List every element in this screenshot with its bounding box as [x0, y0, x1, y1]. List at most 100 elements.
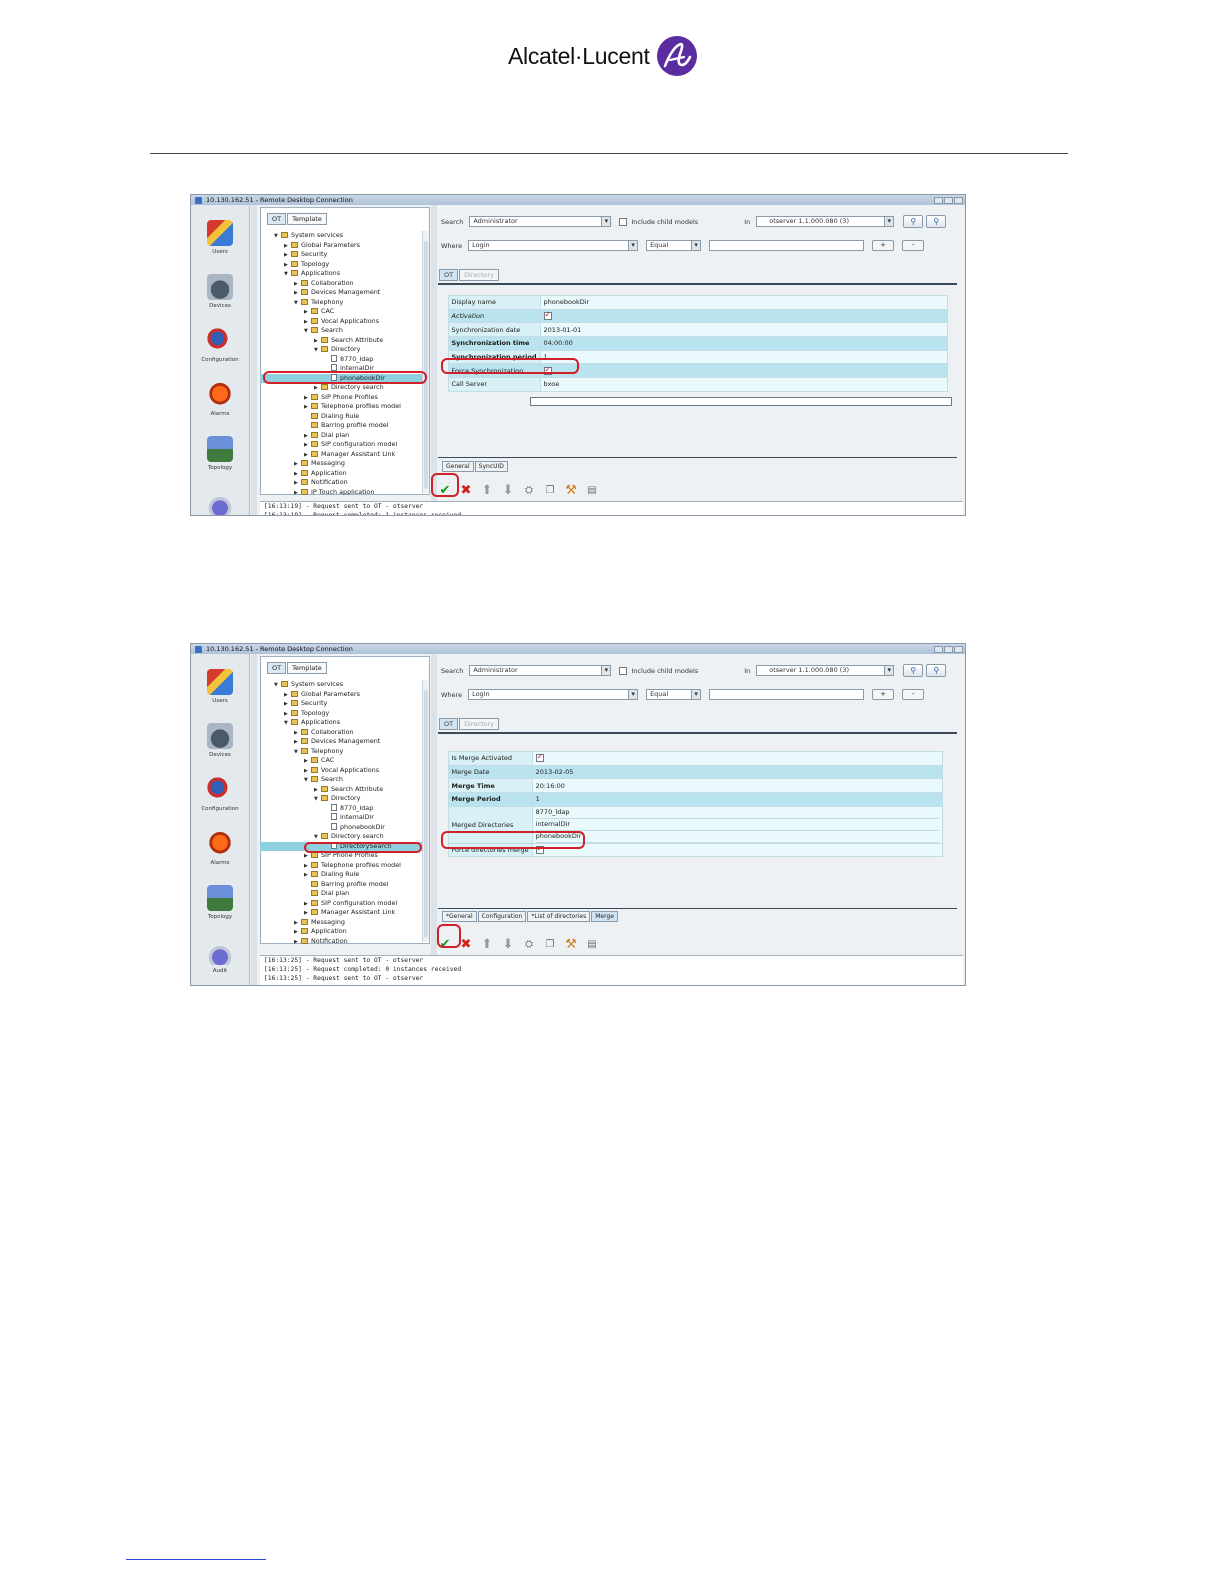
- tree-node[interactable]: phonebookDir: [260, 822, 422, 833]
- property-value[interactable]: [539, 308, 949, 324]
- link-button[interactable]: ⛭: [522, 937, 536, 951]
- delete-button[interactable]: ▤: [585, 483, 599, 497]
- property-value[interactable]: 1: [531, 792, 944, 807]
- sidebar-item-topology[interactable]: Topology: [191, 421, 249, 475]
- tree-node[interactable]: ▼ Directory: [260, 345, 422, 355]
- search-button[interactable]: ⚲: [903, 215, 924, 228]
- copy-button[interactable]: ❐: [543, 937, 557, 951]
- tree-node[interactable]: ▶ Collaboration: [260, 279, 422, 289]
- property-value[interactable]: 8770_ldap internalDir phonebookDir: [531, 805, 944, 844]
- search-button[interactable]: ⚲: [903, 664, 924, 677]
- tree-node[interactable]: ▶ Global Parameters: [260, 241, 422, 251]
- add-criteria-button[interactable]: +: [872, 689, 895, 700]
- tree-node[interactable]: ▶ Search Attribute: [260, 336, 422, 346]
- tree-node[interactable]: ▶ CAC: [260, 756, 422, 766]
- cancel-button[interactable]: ✖: [459, 483, 473, 498]
- tree-node[interactable]: ▶ Telephone profiles model: [260, 402, 422, 412]
- sidebar-item-devices[interactable]: Devices: [191, 708, 249, 762]
- tree-node[interactable]: ▼ Search: [260, 775, 422, 785]
- property-checkbox[interactable]: [535, 752, 544, 763]
- move-down-button[interactable]: ⬇: [501, 483, 515, 498]
- detail-tab[interactable]: Configuration: [477, 911, 527, 922]
- maximize-icon[interactable]: [944, 196, 953, 204]
- tree-node[interactable]: ▶ Devices Management: [260, 737, 422, 747]
- tab-ot[interactable]: OT: [267, 662, 287, 674]
- server-select[interactable]: otserver 1.1.000.080 (3): [756, 665, 895, 676]
- search-model-select[interactable]: Administrator: [469, 216, 612, 227]
- tree-node[interactable]: ▼ Telephony: [260, 298, 422, 308]
- tree-node[interactable]: ▶ SIP configuration model: [260, 440, 422, 450]
- sidebar-splitter[interactable]: [251, 654, 257, 985]
- sidebar-item-configuration[interactable]: Configuration: [191, 762, 249, 816]
- sidebar-item-alarms[interactable]: Alarms: [191, 816, 249, 870]
- value-horizontal-scrollbar[interactable]: [530, 397, 952, 406]
- tree-node[interactable]: ▶ SIP configuration model: [260, 899, 422, 909]
- tree-node[interactable]: ▶ Application: [260, 927, 422, 937]
- server-select[interactable]: otserver 1.1.000.080 (3): [756, 216, 895, 227]
- add-criteria-button[interactable]: +: [872, 240, 895, 251]
- include-child-models-checkbox[interactable]: [619, 666, 628, 675]
- tree-node[interactable]: Dial plan: [260, 889, 422, 899]
- tree-node[interactable]: ▶ Messaging: [260, 459, 422, 469]
- tree-node[interactable]: Barring profile model: [260, 421, 422, 431]
- tree-node[interactable]: ▼ System services: [260, 231, 422, 241]
- collapsed-arrow-icon[interactable]: ▶: [294, 938, 301, 945]
- scrollbar-thumb[interactable]: [424, 690, 428, 938]
- tree-node[interactable]: Barring profile model: [260, 880, 422, 890]
- advanced-search-button[interactable]: ⚲: [926, 664, 947, 677]
- sidebar-item-users[interactable]: Users: [191, 654, 249, 708]
- maximize-icon[interactable]: [944, 645, 953, 653]
- tree-node[interactable]: ▶ Notification: [260, 478, 422, 488]
- tree-scrollbar[interactable]: [422, 231, 429, 493]
- sidebar-item-alarms[interactable]: Alarms: [191, 367, 249, 421]
- tree-node[interactable]: ▶ Telephone profiles model: [260, 861, 422, 871]
- tree-node[interactable]: ▶ Collaboration: [260, 728, 422, 738]
- detail-tab[interactable]: *General: [442, 911, 477, 922]
- tree-node[interactable]: 8770_ldap: [260, 803, 422, 814]
- scrollbar-thumb[interactable]: [424, 241, 428, 489]
- close-icon[interactable]: [954, 196, 963, 204]
- tree-node[interactable]: ▶ Security: [260, 699, 422, 709]
- tab-directory[interactable]: Directory: [459, 718, 500, 730]
- property-value[interactable]: bxoe: [539, 377, 949, 392]
- tree-node[interactable]: ▶ Dialing Rule: [260, 870, 422, 880]
- tab-ot[interactable]: OT: [267, 213, 287, 225]
- tree-node[interactable]: ▶ CAC: [260, 307, 422, 317]
- tree-node[interactable]: 8770_ldap: [260, 354, 422, 365]
- tree-node[interactable]: ▼ Directory search: [260, 832, 422, 842]
- tree-node[interactable]: ▶ Vocal Applications: [260, 766, 422, 776]
- tree-node[interactable]: internalDir: [260, 813, 422, 823]
- operator-select[interactable]: Equal: [646, 240, 702, 251]
- tree-node[interactable]: ▶ Notification: [260, 937, 422, 945]
- delete-button[interactable]: ▤: [585, 937, 599, 951]
- operator-select[interactable]: Equal: [646, 689, 702, 700]
- where-attribute-select[interactable]: Login: [468, 689, 639, 700]
- link-button[interactable]: ⛭: [522, 483, 536, 497]
- tree-node[interactable]: ▼ Directory: [260, 794, 422, 804]
- sidebar-splitter[interactable]: [251, 205, 257, 515]
- detail-tab[interactable]: SyncUID: [474, 461, 508, 472]
- minimize-icon[interactable]: [934, 196, 943, 204]
- copy-button[interactable]: ❐: [543, 483, 557, 497]
- where-value-input[interactable]: [709, 240, 865, 251]
- pin-button[interactable]: ⚒: [564, 483, 578, 498]
- tree-node[interactable]: ▶ Security: [260, 250, 422, 260]
- sidebar-item-configuration[interactable]: Configuration: [191, 313, 249, 367]
- tree-node[interactable]: ▶ Devices Management: [260, 288, 422, 298]
- tree-node[interactable]: ▶ Search Attribute: [260, 785, 422, 795]
- sidebar-item-audit[interactable]: Audit: [191, 924, 249, 978]
- tree-node[interactable]: ▼ Applications: [260, 269, 422, 279]
- property-value[interactable]: phonebookDir: [539, 295, 949, 310]
- move-up-button[interactable]: ⬆: [480, 483, 494, 498]
- sidebar-item-topology[interactable]: Topology: [191, 870, 249, 924]
- tree-node[interactable]: ▶ IP Touch application: [260, 488, 422, 496]
- tree-node[interactable]: ▶ Global Parameters: [260, 690, 422, 700]
- property-value[interactable]: [539, 363, 949, 379]
- property-value[interactable]: 1: [539, 349, 949, 365]
- tree-splitter[interactable]: [431, 205, 437, 515]
- tree-node[interactable]: ▶ Vocal Applications: [260, 317, 422, 327]
- move-up-button[interactable]: ⬆: [480, 937, 494, 952]
- move-down-button[interactable]: ⬇: [501, 937, 515, 952]
- tree-node[interactable]: ▼ System services: [260, 680, 422, 690]
- tab-directory[interactable]: Directory: [459, 269, 500, 281]
